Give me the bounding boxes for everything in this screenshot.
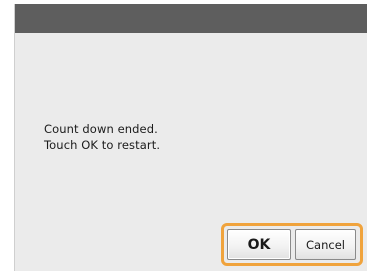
message-line-1: Count down ended.	[44, 122, 158, 136]
screen: Count down ended. Touch OK to restart. O…	[0, 0, 367, 271]
cancel-button[interactable]: Cancel	[295, 229, 356, 260]
message-line-2: Touch OK to restart.	[44, 138, 161, 152]
ok-button[interactable]: OK	[227, 229, 291, 260]
dialog-titlebar	[15, 4, 367, 33]
dialog-message: Count down ended. Touch OK to restart.	[44, 121, 160, 153]
